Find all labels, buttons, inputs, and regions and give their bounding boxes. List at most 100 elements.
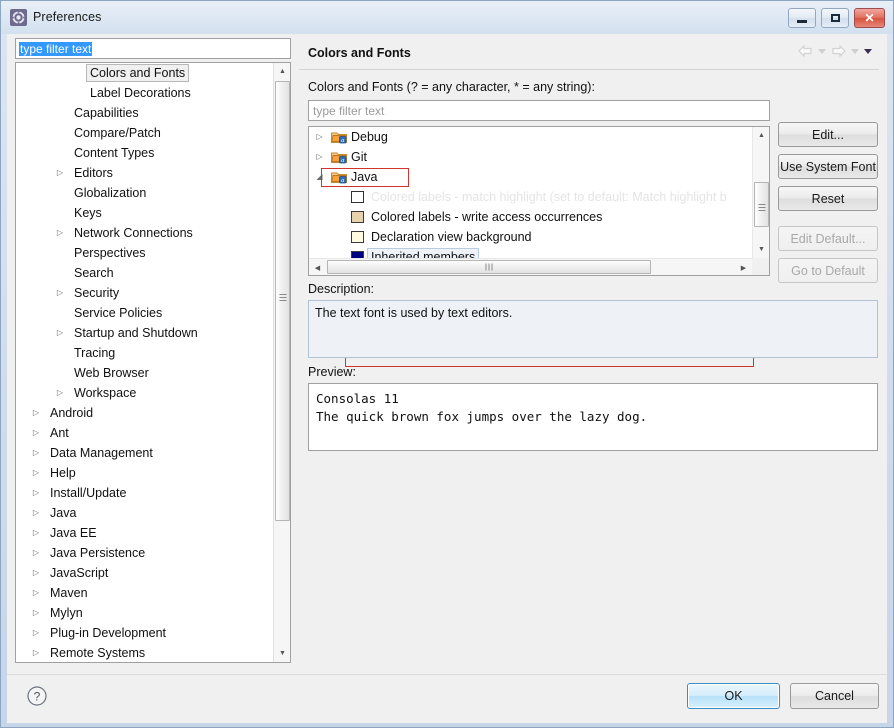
cancel-button[interactable]: Cancel <box>790 683 879 709</box>
tree-hscroll-thumb[interactable] <box>327 260 651 274</box>
sidebar-item-java-ee[interactable]: ▷ Java EE <box>16 523 273 543</box>
scroll-up-icon[interactable]: ▲ <box>274 63 291 80</box>
expand-chevron-right-icon[interactable]: ▷ <box>30 623 42 643</box>
tree-row[interactable]: Inherited members <box>309 247 752 258</box>
forward-history-chevron-down-icon[interactable] <box>850 44 860 58</box>
expand-chevron-right-icon[interactable]: ▷ <box>314 147 325 167</box>
sidebar-item-tracing[interactable]: Tracing <box>16 343 273 363</box>
expand-chevron-right-icon[interactable]: ▷ <box>30 403 42 423</box>
sidebar-item-java[interactable]: ▷ Java <box>16 503 273 523</box>
maximize-button[interactable] <box>821 8 849 28</box>
expand-chevron-right-icon[interactable]: ▷ <box>314 127 325 147</box>
use-system-font-button[interactable]: Use System Font <box>778 154 878 179</box>
view-menu-chevron-down-icon[interactable] <box>863 44 873 58</box>
expand-chevron-right-icon[interactable]: ▷ <box>30 483 42 503</box>
expand-chevron-right-icon[interactable]: ▷ <box>30 503 42 523</box>
sidebar-item-install-update[interactable]: ▷ Install/Update <box>16 483 273 503</box>
tree-vertical-scrollbar[interactable]: ▲ ▼ <box>752 127 769 258</box>
tree-row[interactable]: ▷ a Debug <box>309 127 752 147</box>
tree-row[interactable]: Declaration view background <box>309 227 752 247</box>
sidebar-item-mylyn[interactable]: ▷ Mylyn <box>16 603 273 623</box>
tree-row-label: Debug <box>351 130 388 144</box>
scroll-down-icon[interactable]: ▼ <box>274 645 291 662</box>
colors-fonts-filter-input[interactable]: type filter text <box>308 100 770 121</box>
expand-chevron-right-icon[interactable]: ▷ <box>30 523 42 543</box>
expand-chevron-right-icon[interactable]: ▷ <box>30 443 42 463</box>
sidebar-item-network-connections[interactable]: ▷ Network Connections <box>16 223 273 243</box>
tree-row[interactable]: ◢ a Java <box>309 167 752 187</box>
sidebar-tree[interactable]: Colors and Fonts Label Decorations Capabil… <box>15 62 291 663</box>
sidebar-item-java-persistence[interactable]: ▷ Java Persistence <box>16 543 273 563</box>
sidebar-item-editors[interactable]: ▷ Editors <box>16 163 273 183</box>
sidebar-item-label: Maven <box>50 586 88 600</box>
tree-scroll-up-icon[interactable]: ▲ <box>753 127 770 144</box>
sidebar-item-colors-and-fonts[interactable]: Colors and Fonts <box>16 63 273 83</box>
sidebar-item-web-browser[interactable]: Web Browser <box>16 363 273 383</box>
ok-button[interactable]: OK <box>687 683 780 709</box>
forward-arrow-icon[interactable] <box>830 44 847 58</box>
sidebar-scrollbar[interactable]: ▲ ▼ <box>273 63 290 662</box>
sidebar-item-javascript[interactable]: ▷ JavaScript <box>16 563 273 583</box>
expand-chevron-right-icon[interactable]: ▷ <box>30 643 42 662</box>
close-button[interactable]: ✕ <box>854 8 885 28</box>
description-label: Description: <box>308 282 374 296</box>
sidebar-item-remote-systems[interactable]: ▷ Remote Systems <box>16 643 273 662</box>
sidebar-item-keys[interactable]: Keys <box>16 203 273 223</box>
expand-chevron-right-icon[interactable]: ▷ <box>30 563 42 583</box>
collapse-chevron-down-icon[interactable]: ◢ <box>314 167 325 187</box>
colors-fonts-filter-placeholder: type filter text <box>313 104 385 118</box>
tree-horizontal-scrollbar[interactable]: ◀ ▶ <box>309 258 752 275</box>
tree-row-label: Java <box>351 170 378 184</box>
color-swatch-icon <box>351 191 364 203</box>
tree-scroll-right-icon[interactable]: ▶ <box>735 259 752 276</box>
sidebar-item-globalization[interactable]: Globalization <box>16 183 273 203</box>
sidebar-item-label: Java <box>50 506 77 520</box>
tree-scroll-down-icon[interactable]: ▼ <box>753 241 770 258</box>
tree-vscroll-thumb[interactable] <box>754 182 769 227</box>
expand-chevron-right-icon[interactable]: ▷ <box>30 603 42 623</box>
help-icon[interactable]: ? <box>26 685 48 707</box>
expand-chevron-right-icon[interactable]: ▷ <box>54 383 66 403</box>
expand-chevron-right-icon[interactable]: ▷ <box>54 323 66 343</box>
sidebar-item-label: Compare/Patch <box>74 126 161 140</box>
sidebar-item-android[interactable]: ▷ Android <box>16 403 273 423</box>
minimize-button[interactable] <box>788 8 816 28</box>
sidebar-item-startup-and-shutdown[interactable]: ▷ Startup and Shutdown <box>16 323 273 343</box>
back-history-chevron-down-icon[interactable] <box>817 44 827 58</box>
expand-chevron-right-icon[interactable]: ▷ <box>30 583 42 603</box>
sidebar-item-workspace[interactable]: ▷ Workspace <box>16 383 273 403</box>
sidebar-item-maven[interactable]: ▷ Maven <box>16 583 273 603</box>
edit-button[interactable]: Edit... <box>778 122 878 147</box>
sidebar-item-label-decorations[interactable]: Label Decorations <box>16 83 273 103</box>
sidebar-item-label: Android <box>50 406 94 420</box>
expand-chevron-right-icon[interactable]: ▷ <box>30 543 42 563</box>
sidebar-item-ant[interactable]: ▷ Ant <box>16 423 273 443</box>
expand-chevron-right-icon[interactable]: ▷ <box>30 423 42 443</box>
tree-scroll-left-icon[interactable]: ◀ <box>309 259 326 276</box>
sidebar-item-help[interactable]: ▷ Help <box>16 463 273 483</box>
tree-row[interactable]: ▷ a Git <box>309 147 752 167</box>
sidebar-item-plug-in-development[interactable]: ▷ Plug-in Development <box>16 623 273 643</box>
sidebar-item-data-management[interactable]: ▷ Data Management <box>16 443 273 463</box>
reset-button[interactable]: Reset <box>778 186 878 211</box>
sidebar-filter-input[interactable]: type filter text <box>15 38 291 59</box>
expand-chevron-right-icon[interactable]: ▷ <box>30 463 42 483</box>
sidebar-item-service-policies[interactable]: Service Policies <box>16 303 273 323</box>
sidebar-item-perspectives[interactable]: Perspectives <box>16 243 273 263</box>
tree-row[interactable]: Colored labels - write access occurrence… <box>309 207 752 227</box>
minimize-icon <box>789 9 815 27</box>
tree-row[interactable]: Colored labels - match highlight (set to… <box>309 187 752 207</box>
expand-chevron-right-icon[interactable]: ▷ <box>54 163 66 183</box>
preview-box: Consolas 11 The quick brown fox jumps ov… <box>308 383 878 451</box>
sidebar-item-label: Label Decorations <box>90 86 191 100</box>
colors-fonts-tree[interactable]: ▷ a Debug ▷ a Git ◢ a Java Colored labels - match… <box>308 126 770 367</box>
sidebar-scrollbar-thumb[interactable] <box>275 81 290 521</box>
sidebar-item-content-types[interactable]: Content Types <box>16 143 273 163</box>
sidebar-item-search[interactable]: Search <box>16 263 273 283</box>
expand-chevron-right-icon[interactable]: ▷ <box>54 283 66 303</box>
sidebar-item-capabilities[interactable]: Capabilities <box>16 103 273 123</box>
sidebar-item-compare-patch[interactable]: Compare/Patch <box>16 123 273 143</box>
sidebar-item-security[interactable]: ▷ Security <box>16 283 273 303</box>
expand-chevron-right-icon[interactable]: ▷ <box>54 223 66 243</box>
back-arrow-icon[interactable] <box>797 44 814 58</box>
